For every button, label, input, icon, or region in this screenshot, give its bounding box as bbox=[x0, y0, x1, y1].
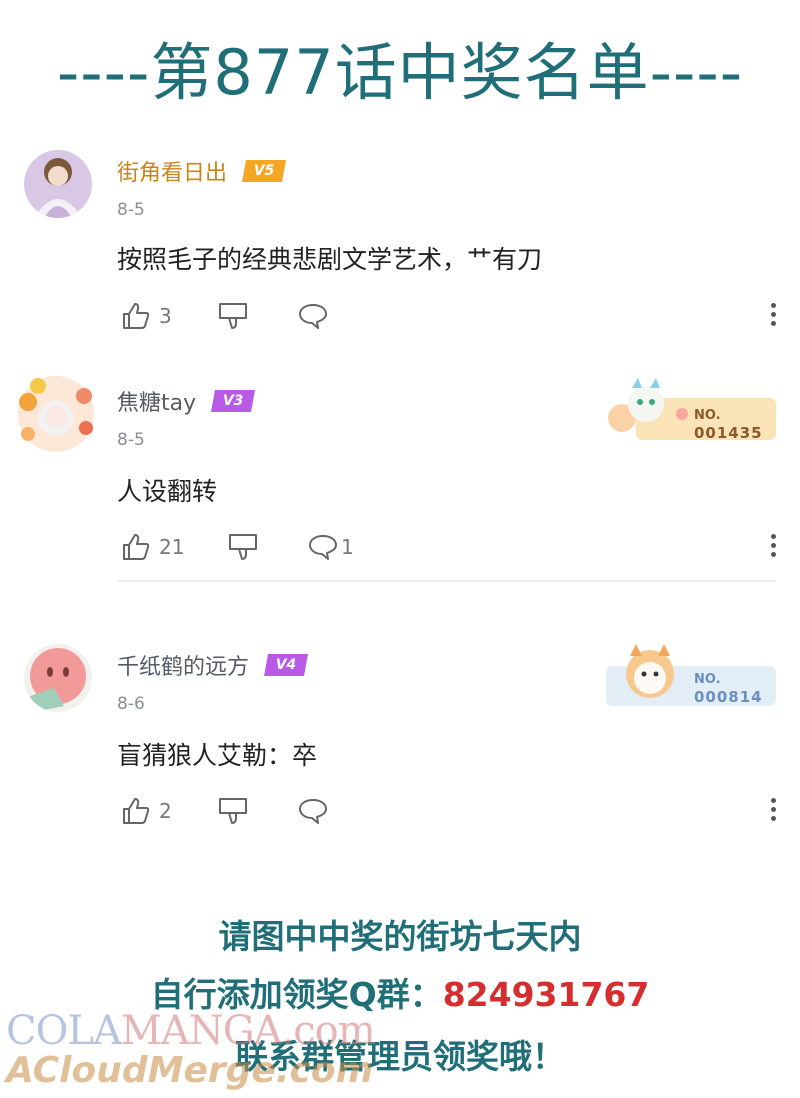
comment-icon bbox=[297, 301, 329, 331]
reply-count: 1 bbox=[341, 535, 354, 559]
thumb-down-icon bbox=[217, 796, 249, 826]
thumb-down-icon bbox=[227, 532, 259, 562]
username[interactable]: 焦糖tay V3 bbox=[117, 385, 256, 417]
like-button[interactable]: 21 bbox=[121, 529, 184, 565]
level-badge: V5 bbox=[242, 160, 287, 182]
level-badge: V4 bbox=[264, 654, 309, 676]
dislike-button[interactable] bbox=[217, 298, 249, 334]
more-vertical-icon[interactable] bbox=[769, 531, 777, 561]
qq-group-number: 824931767 bbox=[442, 975, 650, 1014]
reply-button[interactable] bbox=[297, 793, 329, 829]
avatar[interactable] bbox=[14, 372, 98, 456]
reply-button[interactable] bbox=[297, 298, 329, 334]
thumb-down-icon bbox=[217, 301, 249, 331]
comment-icon bbox=[307, 532, 339, 562]
watermark-cola-manga: COLAMANGA.com bbox=[6, 1008, 376, 1054]
fan-card-number: 001435 bbox=[694, 424, 763, 442]
comment-date: 8-6 bbox=[117, 694, 145, 714]
thumb-up-icon bbox=[121, 301, 151, 331]
avatar[interactable] bbox=[24, 150, 92, 218]
comment-text: 人设翻转 bbox=[117, 477, 218, 506]
page-title: ----第877话中奖名单---- bbox=[56, 36, 744, 109]
comment-date: 8-5 bbox=[117, 200, 145, 220]
comment-icon bbox=[297, 796, 329, 826]
comment-actions: 3 bbox=[117, 298, 777, 334]
comment-actions: 21 1 bbox=[117, 529, 777, 565]
like-button[interactable]: 2 bbox=[121, 793, 172, 829]
comment-date: 8-5 bbox=[117, 430, 145, 450]
avatar[interactable] bbox=[24, 644, 92, 712]
username[interactable]: 千纸鹤的远方 V4 bbox=[117, 649, 309, 681]
thumb-up-icon bbox=[121, 532, 151, 562]
level-badge: V3 bbox=[211, 390, 256, 412]
divider bbox=[117, 580, 775, 582]
like-count: 3 bbox=[159, 304, 172, 328]
fan-card-number: 000814 bbox=[694, 688, 763, 706]
more-vertical-icon[interactable] bbox=[769, 300, 777, 330]
like-count: 21 bbox=[159, 535, 185, 559]
comment-text: 盲猜狼人艾勒：卒 bbox=[117, 741, 318, 770]
watermark-acloudmerge: ACloudMerge.com bbox=[6, 1050, 374, 1091]
reply-button[interactable]: 1 bbox=[307, 529, 354, 565]
comment-text: 按照毛子的经典悲剧文学艺术，艹有刀 bbox=[117, 245, 543, 274]
like-button[interactable]: 3 bbox=[121, 298, 172, 334]
more-vertical-icon[interactable] bbox=[769, 795, 777, 825]
thumb-up-icon bbox=[121, 796, 151, 826]
dislike-button[interactable] bbox=[217, 793, 249, 829]
fan-card-label: NO. bbox=[694, 408, 721, 423]
fan-card[interactable]: NO. 001435 bbox=[596, 374, 776, 442]
fan-card[interactable]: NO. 000814 bbox=[598, 640, 778, 706]
username[interactable]: 街角看日出 V5 bbox=[117, 155, 287, 187]
footer-line-1: 请图中中奖的街坊七天内 bbox=[218, 917, 582, 956]
dislike-button[interactable] bbox=[227, 529, 259, 565]
fan-card-label: NO. bbox=[694, 672, 721, 687]
like-count: 2 bbox=[159, 799, 172, 823]
comment-actions: 2 bbox=[117, 793, 777, 829]
